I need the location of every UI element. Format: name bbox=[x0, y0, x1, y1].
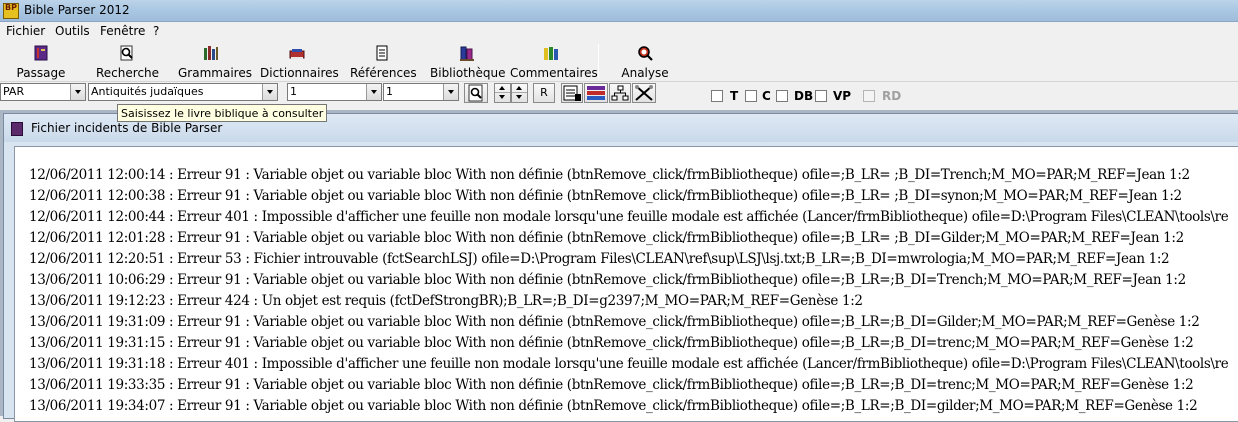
stacked-books-icon bbox=[587, 86, 605, 100]
tree-button[interactable] bbox=[609, 83, 631, 103]
log-line: 13/06/2011 19:34:07 : Erreur 91 : Variab… bbox=[29, 398, 1198, 414]
book-tooltip: Saisissez le livre biblique à consulter bbox=[117, 104, 328, 122]
log-line: 13/06/2011 19:31:09 : Erreur 91 : Variab… bbox=[29, 314, 1200, 330]
checkbox-db-label: DB bbox=[794, 89, 814, 103]
log-line: 12/06/2011 12:00:38 : Erreur 91 : Variab… bbox=[29, 188, 1182, 204]
checkbox-c-label: C bbox=[762, 89, 771, 103]
app-icon[interactable]: BP bbox=[3, 3, 19, 19]
commentaires-button[interactable]: Commentaires bbox=[510, 42, 598, 80]
toolbar-separator bbox=[598, 44, 599, 78]
dictionary-icon bbox=[289, 49, 305, 59]
dictionnaires-label: Dictionnaires bbox=[260, 66, 339, 80]
incident-log-window[interactable]: Fichier incidents de Bible Parser 12/06/… bbox=[3, 113, 1238, 422]
references-button[interactable]: Références bbox=[350, 42, 417, 80]
log-text-area[interactable]: 12/06/2011 12:00:14 : Erreur 91 : Variab… bbox=[14, 146, 1238, 422]
child-window-title: Fichier incidents de Bible Parser bbox=[31, 121, 223, 135]
grammaires-label: Grammaires bbox=[178, 66, 252, 80]
chevron-down-icon[interactable] bbox=[443, 84, 458, 100]
bibliotheque-label: Bibliothèque bbox=[430, 66, 506, 80]
menu-fenetre[interactable]: Fenêtre bbox=[100, 24, 145, 38]
checkbox-t[interactable] bbox=[711, 90, 723, 102]
search-button[interactable] bbox=[464, 83, 488, 103]
menu-bar: Fichier Outils Fenêtre ? bbox=[0, 22, 1238, 40]
tree-structure-icon bbox=[611, 85, 629, 101]
search-document-icon bbox=[120, 45, 133, 61]
books-shelf-icon bbox=[204, 46, 218, 60]
grammaires-button[interactable]: Grammaires bbox=[178, 42, 252, 80]
menu-fichier[interactable]: Fichier bbox=[6, 24, 45, 38]
search-icon bbox=[468, 84, 483, 102]
spin-up-icon[interactable] bbox=[512, 84, 527, 93]
verse-value: 1 bbox=[386, 85, 393, 98]
commentaries-books-icon bbox=[544, 47, 558, 60]
magnifier-icon bbox=[638, 46, 653, 61]
checkbox-vp-label: VP bbox=[833, 89, 852, 103]
checkbox-c[interactable] bbox=[745, 90, 757, 102]
chapter-select[interactable]: 1 bbox=[287, 83, 382, 101]
chevron-down-icon[interactable] bbox=[262, 84, 277, 100]
commentaires-label: Commentaires bbox=[510, 66, 598, 80]
log-line: 12/06/2011 12:20:51 : Erreur 53 : Fichie… bbox=[29, 251, 1170, 267]
bibliotheque-button[interactable]: Bibliothèque bbox=[430, 42, 506, 80]
log-line: 13/06/2011 19:31:18 : Erreur 401 : Impos… bbox=[29, 356, 1229, 372]
tools-button[interactable] bbox=[632, 83, 656, 103]
passage-button[interactable]: Passage bbox=[14, 42, 68, 80]
spin-down-icon[interactable] bbox=[495, 93, 510, 102]
log-line: 12/06/2011 12:01:28 : Erreur 91 : Variab… bbox=[29, 230, 1184, 246]
r-button[interactable]: R bbox=[533, 83, 555, 103]
checkbox-t-label: T bbox=[730, 89, 739, 103]
app-icon-text: BP bbox=[5, 3, 17, 12]
passage-label: Passage bbox=[16, 66, 66, 80]
book-value: Antiquités judaïques bbox=[91, 85, 204, 98]
chapter-spinner[interactable] bbox=[494, 83, 511, 103]
version-select[interactable]: PAR bbox=[0, 83, 86, 101]
main-toolbar: Passage Recherche Grammaires Dictionnair… bbox=[0, 40, 1238, 82]
recherche-button[interactable]: Recherche bbox=[96, 42, 160, 80]
checkbox-db[interactable] bbox=[776, 90, 788, 102]
chapter-value: 1 bbox=[290, 85, 297, 98]
document-icon bbox=[376, 45, 388, 61]
menu-help[interactable]: ? bbox=[153, 24, 159, 38]
version-value: PAR bbox=[3, 85, 25, 98]
spin-up-icon[interactable] bbox=[495, 84, 510, 93]
book-select[interactable]: Antiquités judaïques bbox=[88, 83, 278, 101]
menu-outils[interactable]: Outils bbox=[55, 24, 90, 38]
book-icon bbox=[34, 45, 48, 61]
verse-spinner[interactable] bbox=[511, 83, 528, 103]
analyse-label: Analyse bbox=[621, 66, 669, 80]
chevron-down-icon[interactable] bbox=[70, 84, 85, 100]
log-line: 12/06/2011 12:00:14 : Erreur 91 : Variab… bbox=[29, 167, 1190, 183]
references-label: Références bbox=[350, 66, 417, 80]
log-line: 13/06/2011 10:06:29 : Erreur 91 : Variab… bbox=[29, 272, 1186, 288]
checkbox-vp[interactable] bbox=[815, 90, 827, 102]
verse-select[interactable]: 1 bbox=[383, 83, 459, 101]
log-line: 13/06/2011 19:12:23 : Erreur 424 : Un ob… bbox=[29, 293, 863, 309]
book-icon bbox=[11, 122, 23, 136]
title-bar[interactable]: BP Bible Parser 2012 bbox=[0, 0, 1238, 22]
log-line: 13/06/2011 19:33:35 : Erreur 91 : Variab… bbox=[29, 377, 1194, 393]
log-line: 13/06/2011 19:31:15 : Erreur 91 : Variab… bbox=[29, 335, 1194, 351]
mdi-client-area: Fichier incidents de Bible Parser 12/06/… bbox=[0, 110, 1238, 422]
books-button[interactable] bbox=[584, 83, 608, 103]
spin-down-icon[interactable] bbox=[512, 93, 527, 102]
recherche-label: Recherche bbox=[96, 66, 160, 80]
log-line: 12/06/2011 12:00:44 : Erreur 401 : Impos… bbox=[29, 209, 1229, 225]
chevron-down-icon[interactable] bbox=[366, 84, 381, 100]
selector-bar: PAR Antiquités judaïques 1 1 R T C DB VP… bbox=[0, 82, 1238, 104]
window-title: Bible Parser 2012 bbox=[24, 3, 130, 17]
analyse-button[interactable]: Analyse bbox=[618, 42, 672, 80]
dictionnaires-button[interactable]: Dictionnaires bbox=[260, 42, 339, 80]
tools-icon bbox=[635, 85, 653, 101]
list-view-button[interactable] bbox=[561, 83, 583, 103]
checkbox-rd-label: RD bbox=[882, 89, 902, 103]
list-icon bbox=[563, 85, 581, 101]
library-icon bbox=[460, 46, 474, 61]
checkbox-rd bbox=[863, 90, 875, 102]
